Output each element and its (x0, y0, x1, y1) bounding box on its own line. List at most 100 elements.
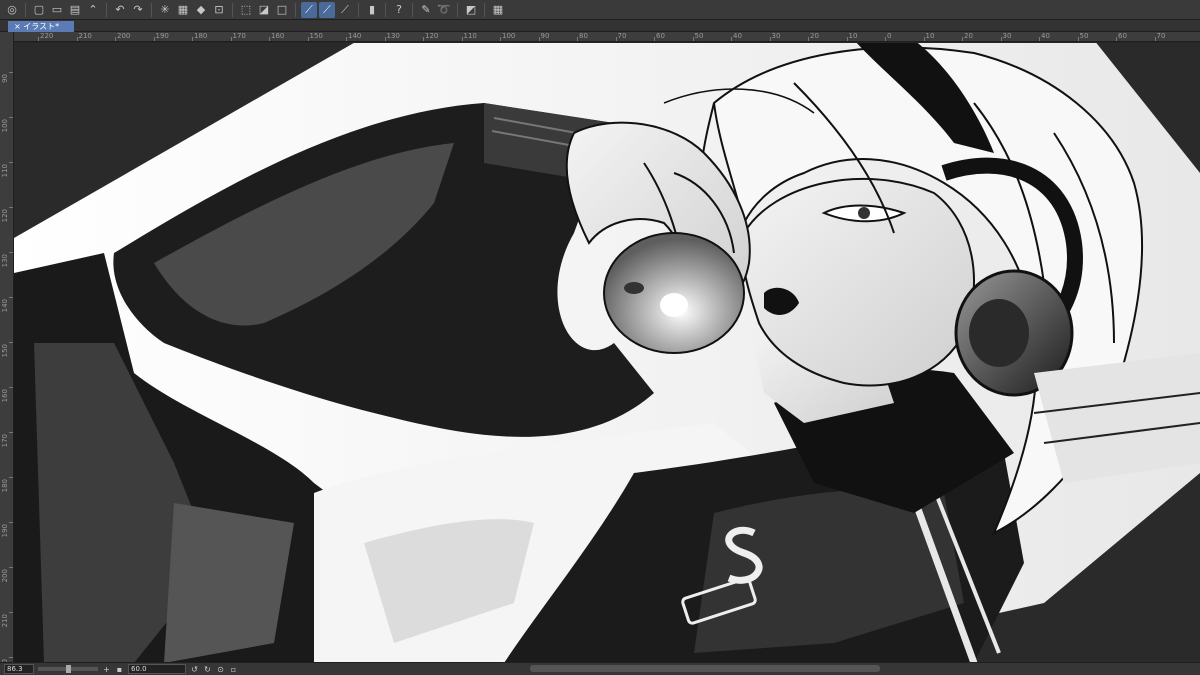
rotate-left-icon[interactable]: ↺ (190, 665, 199, 674)
ruler-tick-label: 50 (1079, 32, 1089, 40)
open-folder-icon[interactable]: ▭ (49, 2, 65, 18)
ruler-tick (38, 37, 39, 41)
snap-to-ruler-icon[interactable]: ⟋ (301, 1, 317, 18)
select-all-icon[interactable]: ▦ (175, 2, 191, 18)
ruler-tick-label: 110 (463, 32, 477, 40)
illustration-canvas[interactable] (14, 43, 1200, 663)
toolbar-separator (358, 2, 359, 17)
ruler-tick-label: 150 (309, 32, 323, 40)
eyedropper-icon[interactable]: ✎ (418, 2, 434, 18)
command-bar: ◎ ▢ ▭ ▤ ⌃ ↶ ↷ ✳ ▦ ◆ ⊡ ⬚ ◪ □ ⟋ ⟋ ⟋ ▮ ? ✎ … (0, 0, 1200, 20)
selection-border-icon[interactable]: □ (274, 2, 290, 18)
ruler-tick (923, 37, 925, 41)
flip-icon[interactable]: ▫ (229, 665, 238, 674)
clear-icon[interactable]: ✳ (157, 2, 173, 18)
ruler-tick-label: 40 (733, 32, 742, 40)
zoom-in-icon[interactable]: + (102, 665, 111, 674)
ruler-tick (9, 162, 13, 163)
rotate-icon[interactable]: ▪ (115, 665, 124, 674)
ruler-tick (9, 297, 13, 298)
layer-property-icon[interactable]: ▮ (364, 2, 380, 18)
ruler-tick (115, 37, 116, 41)
ruler-tick (500, 37, 501, 41)
ruler-tick (1039, 37, 1040, 41)
apple-highlight (660, 293, 688, 317)
document-tab-bar: × イラスト* (0, 20, 1200, 32)
ruler-tick (461, 37, 463, 41)
ruler-tick-label: 130 (386, 32, 400, 40)
fill-icon[interactable]: ◆ (193, 2, 209, 18)
ruler-tick (1154, 37, 1156, 41)
pupil (858, 207, 870, 219)
ruler-tick (346, 37, 347, 41)
app-menu-icon[interactable]: ◎ (4, 2, 20, 18)
save-dropdown-icon[interactable]: ⌃ (85, 2, 101, 18)
ruler-tick-label: 120 (425, 32, 439, 40)
toolbar-separator (484, 2, 485, 17)
lasso-icon[interactable]: ➰ (436, 2, 452, 18)
ruler-tick (731, 37, 732, 41)
ruler-tick-label: 0 (887, 32, 892, 40)
ruler-tick-label: 190 (1, 524, 9, 538)
save-icon[interactable]: ▤ (67, 2, 83, 18)
ruler-tick (9, 117, 13, 118)
lower-garment-shade-2 (164, 503, 294, 663)
ruler-tick (9, 657, 13, 658)
snap-to-special-ruler-icon[interactable]: ⟋ (319, 1, 335, 18)
ruler-tick (423, 37, 424, 41)
ruler-tick-label: 130 (1, 254, 9, 268)
toolbar-separator (295, 2, 296, 17)
ruler-tick-label: 180 (194, 32, 208, 40)
ruler-tick (885, 37, 886, 41)
toolbar-separator (412, 2, 413, 17)
ruler-tick-label: 150 (1, 344, 9, 358)
ruler-tick-label: 50 (694, 32, 704, 40)
ruler-tick-label: 40 (1041, 32, 1050, 40)
transform-icon[interactable]: ⊡ (211, 2, 227, 18)
help-icon[interactable]: ? (391, 2, 407, 18)
grid-icon[interactable]: ▦ (490, 2, 506, 18)
toolbar-separator (151, 2, 152, 17)
deselect-icon[interactable]: ⬚ (238, 2, 254, 18)
background-panel (1034, 353, 1200, 483)
ruler-tick-label: 20 (964, 32, 973, 40)
zoom-slider[interactable] (38, 665, 98, 673)
ruler-tick-label: 170 (1, 434, 9, 448)
ruler-tick (9, 342, 13, 343)
ruler-tick-label: 160 (1, 389, 9, 403)
zoom-level-field[interactable]: 86.3 (4, 664, 34, 674)
status-bar: 86.3 + ▪ 60.0 ↺ ↻ ⊙ ▫ (0, 662, 1200, 675)
vertical-ruler[interactable]: 9010011012013014015016017018019020021022… (0, 32, 14, 662)
snap-to-grid-icon[interactable]: ⟋ (337, 2, 353, 18)
ruler-tick (153, 37, 155, 41)
redo-icon[interactable]: ↷ (130, 2, 146, 18)
ruler-tick-label: 220 (40, 32, 54, 40)
ruler-tick-label: 190 (155, 32, 169, 40)
canvas-viewport[interactable] (14, 43, 1200, 663)
ruler-tick-label: 180 (1, 479, 9, 493)
ruler-tick (230, 37, 232, 41)
ruler-tick (769, 37, 771, 41)
invert-selection-icon[interactable]: ◪ (256, 2, 272, 18)
gradient-icon[interactable]: ◩ (463, 2, 479, 18)
ruler-tick-label: 60 (1118, 32, 1127, 40)
ruler-tick (1116, 37, 1117, 41)
rotation-angle-field[interactable]: 60.0 (128, 664, 186, 674)
ruler-tick (9, 567, 13, 568)
ruler-tick (9, 72, 13, 73)
ruler-tick-label: 30 (771, 32, 781, 40)
ruler-tick (9, 612, 13, 613)
horizontal-ruler[interactable]: 220 210 200 190 180 170 160 150 140 130 120 110 100 9… (14, 32, 1200, 42)
document-tab[interactable]: × イラスト* (8, 21, 74, 32)
zoom-slider-knob[interactable] (66, 665, 71, 673)
ruler-tick (9, 477, 13, 478)
horizontal-scrollbar[interactable] (530, 665, 880, 672)
undo-icon[interactable]: ↶ (112, 2, 128, 18)
new-file-icon[interactable]: ▢ (31, 2, 47, 18)
rotate-right-icon[interactable]: ↻ (203, 665, 212, 674)
reset-rotation-icon[interactable]: ⊙ (216, 665, 225, 674)
ruler-tick-label: 100 (1, 119, 9, 133)
ruler-tick (615, 37, 617, 41)
ruler-tick-label: 70 (617, 32, 627, 40)
ruler-tick (9, 387, 13, 388)
